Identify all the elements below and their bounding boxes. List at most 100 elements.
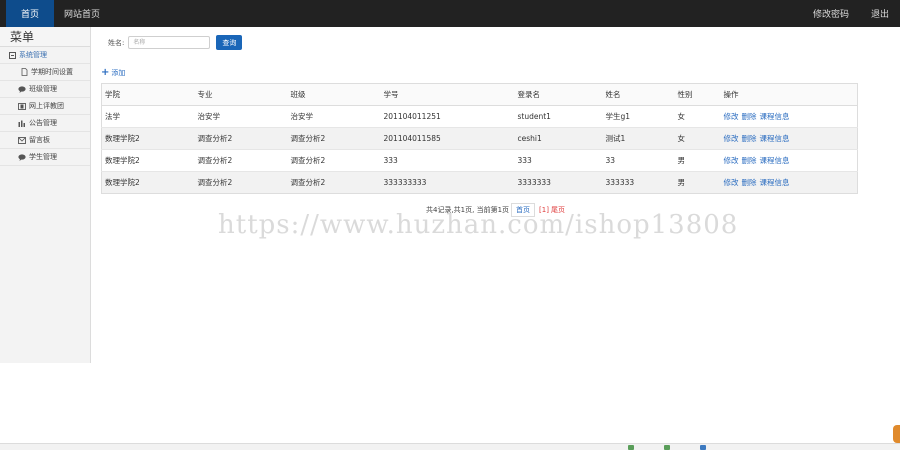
col-name: 姓名	[602, 83, 675, 106]
comment-icon	[18, 85, 26, 93]
student-table: 学院 专业 班级 学号 登录名 姓名 性别 操作 法学 治安学 治安学 2011…	[101, 83, 858, 194]
cell: 测试1	[602, 127, 675, 150]
table-row: 数理学院2 调查分析2 调查分析2 333333333 3333333 3333…	[101, 171, 858, 194]
col-college: 学院	[101, 83, 195, 106]
cell: 男	[674, 171, 721, 194]
course-info-link[interactable]: 课程信息	[760, 112, 790, 121]
sidebar-item-label: 留言板	[29, 136, 50, 144]
bars-icon	[18, 119, 26, 127]
envelope-icon	[18, 136, 26, 144]
sidebar-title: 菜单	[0, 27, 90, 47]
search-button[interactable]: 查询	[216, 35, 243, 50]
cell: 调查分析2	[194, 171, 288, 194]
nav-home[interactable]: 首页	[6, 0, 54, 27]
floating-widget-handle[interactable]	[893, 425, 900, 443]
edit-link[interactable]: 修改	[724, 112, 739, 121]
sidebar-item-label: 学生管理	[29, 153, 57, 161]
cell: 数理学院2	[101, 149, 195, 172]
row-actions: 修改 删除 课程信息	[720, 127, 858, 150]
status-check-icon	[664, 445, 670, 450]
cell: ceshi1	[514, 127, 603, 150]
table-row: 数理学院2 调查分析2 调查分析2 333 333 33 男 修改 删除 课程信息	[101, 149, 858, 172]
add-button[interactable]: + 添加	[101, 67, 125, 78]
cell: 333	[514, 149, 603, 172]
sidebar-group-system[interactable]: 系统管理	[0, 47, 90, 64]
col-student-id: 学号	[380, 83, 515, 106]
nav-right-group: 修改密码 退出	[802, 0, 900, 27]
nav-site-home[interactable]: 网站首页	[54, 0, 110, 27]
col-gender: 性别	[674, 83, 721, 106]
cell: 治安学	[287, 105, 381, 128]
cell: 调查分析2	[194, 149, 288, 172]
cell: 调查分析2	[287, 127, 381, 150]
plus-icon: +	[101, 67, 110, 78]
cell: 数理学院2	[101, 127, 195, 150]
status-bar	[0, 443, 900, 450]
sidebar-item-evaluation[interactable]: 网上评教团	[0, 98, 90, 115]
cell: 女	[674, 127, 721, 150]
cell: 男	[674, 149, 721, 172]
edit-link[interactable]: 修改	[724, 134, 739, 143]
edit-link[interactable]: 修改	[724, 178, 739, 187]
edit-link[interactable]: 修改	[724, 156, 739, 165]
sidebar-item-guestbook[interactable]: 留言板	[0, 132, 90, 149]
cell: 法学	[101, 105, 195, 128]
table-row: 法学 治安学 治安学 201104011251 student1 学生g1 女 …	[101, 105, 858, 128]
sidebar-item-label: 网上评教团	[29, 102, 64, 110]
comment-icon	[18, 153, 26, 161]
folder-icon	[8, 51, 16, 59]
top-navbar: 首页 网站首页 修改密码 退出	[0, 0, 900, 27]
cell: 学生g1	[602, 105, 675, 128]
col-actions: 操作	[720, 83, 858, 106]
sidebar-item-class[interactable]: 班级管理	[0, 81, 90, 98]
nav-logout[interactable]: 退出	[860, 0, 900, 27]
cell: 333333333	[380, 171, 515, 194]
search-label: 姓名:	[108, 38, 125, 47]
sidebar-item-semester[interactable]: 学期时间设置	[0, 64, 90, 81]
cell: 33	[602, 149, 675, 172]
cell: 调查分析2	[287, 171, 381, 194]
film-icon	[18, 102, 26, 110]
cell: 调查分析2	[287, 149, 381, 172]
cell: 治安学	[194, 105, 288, 128]
cell: 333	[380, 149, 515, 172]
cell: 女	[674, 105, 721, 128]
course-info-link[interactable]: 课程信息	[760, 156, 790, 165]
sidebar-item-label: 学期时间设置	[31, 68, 73, 76]
status-info-icon	[700, 445, 706, 450]
row-actions: 修改 删除 课程信息	[720, 149, 858, 172]
delete-link[interactable]: 删除	[742, 178, 757, 187]
status-shield-icon	[628, 445, 634, 450]
add-label: 添加	[111, 68, 126, 77]
sidebar-item-label: 班级管理	[29, 85, 57, 93]
sidebar-menu: 菜单 系统管理 学期时间设置 班级管理 网上评教团 公告管理 留言板 学生管理	[0, 27, 91, 363]
course-info-link[interactable]: 课程信息	[760, 178, 790, 187]
table-header-row: 学院 专业 班级 学号 登录名 姓名 性别 操作	[101, 83, 858, 106]
page-icon	[20, 68, 28, 76]
search-input[interactable]: 名称	[128, 36, 211, 49]
search-bar: 姓名: 名称 查询	[108, 35, 243, 50]
sidebar-group-label: 系统管理	[19, 51, 47, 59]
sidebar-item-announcement[interactable]: 公告管理	[0, 115, 90, 132]
col-major: 专业	[194, 83, 288, 106]
cell: student1	[514, 105, 603, 128]
delete-link[interactable]: 删除	[742, 156, 757, 165]
table-row: 数理学院2 调查分析2 调查分析2 201104011585 ceshi1 测试…	[101, 127, 858, 150]
watermark: https://www.huzhan.com/ishop13808	[218, 210, 739, 240]
cell: 调查分析2	[194, 127, 288, 150]
delete-link[interactable]: 删除	[742, 112, 757, 121]
cell: 201104011251	[380, 105, 515, 128]
sidebar-item-students[interactable]: 学生管理	[0, 149, 90, 166]
cell: 333333	[602, 171, 675, 194]
cell: 3333333	[514, 171, 603, 194]
cell: 201104011585	[380, 127, 515, 150]
nav-change-password[interactable]: 修改密码	[802, 0, 860, 27]
sidebar-item-label: 公告管理	[29, 119, 57, 127]
row-actions: 修改 删除 课程信息	[720, 105, 858, 128]
cell: 数理学院2	[101, 171, 195, 194]
row-actions: 修改 删除 课程信息	[720, 171, 858, 194]
course-info-link[interactable]: 课程信息	[760, 134, 790, 143]
col-class: 班级	[287, 83, 381, 106]
col-login: 登录名	[514, 83, 603, 106]
delete-link[interactable]: 删除	[742, 134, 757, 143]
